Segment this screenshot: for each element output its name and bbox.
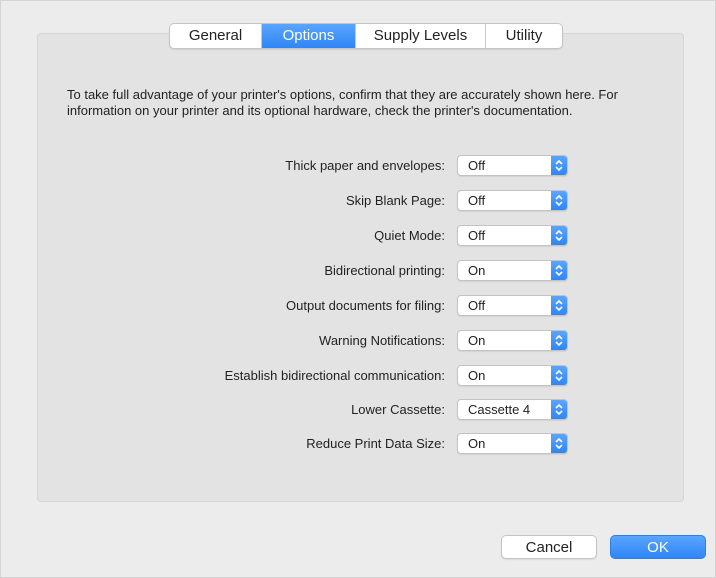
option-row-reduce-print-data-size: Reduce Print Data Size: On [1, 433, 569, 455]
bidirectional-communication-select[interactable]: On [457, 365, 568, 386]
bidirectional-printing-select[interactable]: On [457, 260, 568, 281]
option-row-warning-notifications: Warning Notifications: On [1, 330, 569, 352]
option-row-skip-blank-page: Skip Blank Page: Off [1, 190, 569, 212]
select-value: On [468, 333, 486, 348]
select-value: Off [468, 298, 486, 313]
output-documents-select[interactable]: Off [457, 295, 568, 316]
updown-chevron-icon [551, 156, 567, 175]
tab-general[interactable]: General [170, 24, 262, 48]
tab-options[interactable]: Options [262, 24, 356, 48]
updown-chevron-icon [551, 296, 567, 315]
tab-utility[interactable]: Utility [486, 24, 562, 48]
option-row-lower-cassette: Lower Cassette: Cassette 4 [1, 399, 569, 421]
select-value: Cassette 4 [468, 402, 531, 417]
lower-cassette-select[interactable]: Cassette 4 [457, 399, 568, 420]
cancel-button[interactable]: Cancel [501, 535, 597, 559]
option-label: Quiet Mode: [374, 228, 445, 243]
select-value: On [468, 263, 486, 278]
updown-chevron-icon [551, 226, 567, 245]
tab-bar: General Options Supply Levels Utility [169, 23, 563, 49]
warning-notifications-select[interactable]: On [457, 330, 568, 351]
quiet-mode-select[interactable]: Off [457, 225, 568, 246]
ok-button[interactable]: OK [610, 535, 706, 559]
option-label: Output documents for filing: [286, 298, 445, 313]
option-row-bidirectional-printing: Bidirectional printing: On [1, 260, 569, 282]
option-row-thick-paper: Thick paper and envelopes: Off [1, 155, 569, 177]
option-label: Bidirectional printing: [324, 263, 445, 278]
option-label: Lower Cassette: [351, 402, 445, 417]
option-label: Establish bidirectional communication: [224, 368, 445, 383]
option-label: Skip Blank Page: [345, 193, 445, 208]
thick-paper-select[interactable]: Off [457, 155, 568, 176]
select-value: Off [468, 158, 486, 173]
updown-chevron-icon [551, 434, 567, 453]
option-label: Thick paper and envelopes: [285, 158, 445, 173]
updown-chevron-icon [551, 261, 567, 280]
option-label: Reduce Print Data Size: [306, 436, 445, 451]
printer-options-dialog: General Options Supply Levels Utility To… [0, 0, 716, 578]
option-row-bidirectional-communication: Establish bidirectional communication: O… [1, 365, 569, 387]
options-description: To take full advantage of your printer's… [67, 87, 618, 118]
option-row-output-documents: Output documents for filing: Off [1, 295, 569, 317]
select-value: Off [468, 228, 486, 243]
reduce-print-data-size-select[interactable]: On [457, 433, 568, 454]
updown-chevron-icon [551, 366, 567, 385]
updown-chevron-icon [551, 191, 567, 210]
option-row-quiet-mode: Quiet Mode: Off [1, 225, 569, 247]
tab-supply-levels[interactable]: Supply Levels [356, 24, 486, 48]
select-value: On [468, 436, 486, 451]
skip-blank-page-select[interactable]: Off [457, 190, 568, 211]
updown-chevron-icon [551, 331, 567, 350]
option-label: Warning Notifications: [319, 333, 445, 348]
select-value: Off [468, 193, 486, 208]
select-value: On [468, 368, 486, 383]
updown-chevron-icon [551, 400, 567, 419]
